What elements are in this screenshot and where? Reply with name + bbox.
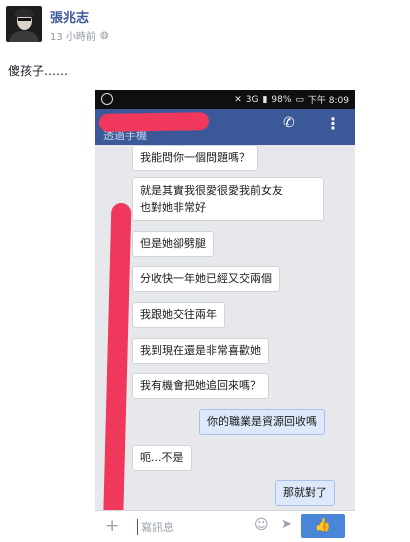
more-icon[interactable]: ⋮	[325, 114, 341, 133]
redaction-mark	[98, 112, 210, 132]
redaction-mark	[102, 202, 132, 542]
message-list: 我能問你一個問題嗎？ 就是其實我很愛很愛我前女友 也對她非常好 但是她卻劈腿 分…	[95, 145, 355, 542]
status-bar: ✕ 3G ▮ 98% ▭ 下午 8:09	[95, 90, 355, 109]
phone-icon[interactable]: ✆	[283, 115, 295, 131]
post-meta: 13 小時前 ◍	[50, 28, 109, 43]
message-line: 也對她非常好	[140, 201, 206, 214]
clock: 下午 8:09	[307, 96, 349, 106]
network-indicator: 3G	[245, 94, 259, 105]
message-bubble: 呃...不是	[132, 445, 192, 471]
post-time[interactable]: 13 小時前	[50, 28, 96, 43]
globe-icon: ◍	[99, 30, 109, 41]
message-input[interactable]: 寫訊息	[137, 519, 174, 535]
send-icon[interactable]: ➤	[281, 517, 292, 532]
phone-screenshot: ✕ 3G ▮ 98% ▭ 下午 8:09 透過手機 ✆ ⋮ 我能問你一個問題嗎？…	[95, 90, 355, 542]
message-bubble: 我有機會把她追回來嗎？	[132, 373, 269, 399]
message-composer: + 寫訊息 ☺ ➤ 👍	[95, 510, 355, 542]
message-bubble: 分收快一年她已經又交兩個	[132, 266, 280, 292]
emoji-icon[interactable]: ☺	[254, 517, 269, 533]
message-bubble-outgoing: 那就對了	[275, 480, 335, 506]
post-text: 傻孩子……	[8, 64, 69, 78]
messenger-header: 透過手機 ✆ ⋮	[95, 109, 355, 145]
like-button[interactable]: 👍	[301, 514, 345, 538]
message-bubble: 但是她卻劈腿	[132, 231, 214, 257]
message-bubble: 我到現在還是非常喜歡她	[132, 338, 269, 364]
battery-icon: ▭	[295, 94, 304, 105]
battery-level: 98%	[271, 94, 292, 105]
avatar[interactable]	[6, 6, 42, 42]
mute-icon: ✕	[234, 94, 242, 105]
signal-icon: ▮	[262, 94, 268, 105]
plus-icon[interactable]: +	[105, 516, 119, 536]
message-bubble-outgoing: 你的職業是資源回收嗎	[199, 409, 325, 435]
message-line: 就是其實我很愛很愛我前女友	[140, 184, 283, 197]
message-bubble: 我跟她交往兩年	[132, 302, 225, 328]
author-name[interactable]: 張兆志	[50, 7, 89, 26]
like-icon: 👍	[314, 518, 332, 533]
message-bubble: 我能問你一個問題嗎？	[132, 145, 258, 171]
message-bubble: 就是其實我很愛很愛我前女友 也對她非常好	[132, 177, 324, 221]
whatsapp-icon	[101, 93, 113, 105]
